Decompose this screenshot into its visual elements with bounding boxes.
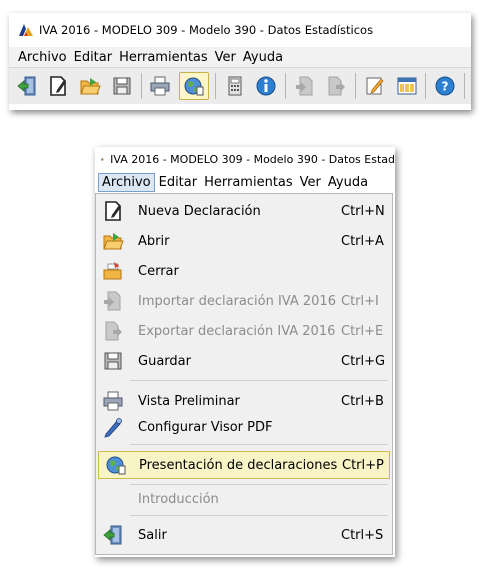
window-icon bbox=[396, 75, 418, 97]
menu-separator bbox=[130, 444, 388, 445]
menu-bar: Archivo Editar Herramientas Ver Ayuda bbox=[95, 171, 395, 193]
menu-archivo[interactable]: Archivo bbox=[98, 172, 155, 192]
toolbar-separator bbox=[464, 73, 465, 99]
toolbar-save-button[interactable] bbox=[109, 72, 135, 100]
toolbar-new-button[interactable] bbox=[46, 72, 72, 100]
menu-separator bbox=[130, 484, 388, 485]
aeat-logo-icon bbox=[19, 24, 33, 36]
toolbar-export-button[interactable] bbox=[324, 72, 350, 100]
toolbar-help-button[interactable] bbox=[432, 72, 458, 100]
menu-window: IVA 2016 - MODELO 309 - Modelo 390 - Dat… bbox=[95, 147, 395, 557]
menu-item-importar[interactable]: Importar declaración IVA 2016 Ctrl+I bbox=[96, 288, 392, 314]
menu-ver[interactable]: Ver bbox=[212, 49, 239, 66]
menu-item-abrir[interactable]: Abrir Ctrl+A bbox=[96, 228, 392, 254]
save-icon bbox=[102, 350, 124, 372]
window-title: IVA 2016 - MODELO 309 - Modelo 390 - Dat… bbox=[110, 152, 395, 166]
menu-bar: Archivo Editar Herramientas Ver Ayuda bbox=[9, 47, 471, 67]
toolbar bbox=[9, 67, 471, 104]
menu-item-guardar[interactable]: Guardar Ctrl+G bbox=[96, 348, 392, 374]
toolbar-separator bbox=[214, 73, 216, 99]
exit-icon bbox=[102, 524, 124, 546]
toolbar-separator bbox=[425, 73, 427, 99]
toolbar-info-button[interactable] bbox=[253, 72, 279, 100]
menu-editar[interactable]: Editar bbox=[156, 174, 201, 191]
toolbar-import-button[interactable] bbox=[292, 72, 318, 100]
menu-editar[interactable]: Editar bbox=[71, 49, 116, 66]
open-folder-icon bbox=[102, 230, 124, 252]
export-icon bbox=[102, 320, 124, 342]
toolbar-separator bbox=[355, 73, 357, 99]
title-bar: IVA 2016 - MODELO 309 - Modelo 390 - Dat… bbox=[95, 147, 395, 171]
close-folder-icon bbox=[102, 260, 124, 282]
new-declaration-icon bbox=[47, 75, 69, 97]
menu-item-nueva-declaracion[interactable]: Nueva Declaración Ctrl+N bbox=[96, 198, 392, 224]
menu-item-exportar[interactable]: Exportar declaración IVA 2016 Ctrl+E bbox=[96, 318, 392, 344]
import-icon bbox=[102, 290, 124, 312]
menu-herramientas[interactable]: Herramientas bbox=[201, 174, 296, 191]
save-icon bbox=[111, 75, 133, 97]
menu-item-presentacion-declaraciones[interactable]: Presentación de declaraciones Ctrl+P bbox=[98, 451, 390, 479]
menu-separator bbox=[130, 380, 388, 381]
toolbar-edit-button[interactable] bbox=[362, 72, 388, 100]
window-title: IVA 2016 - MODELO 309 - Modelo 390 - Dat… bbox=[39, 23, 374, 37]
help-icon bbox=[434, 75, 456, 97]
aeat-logo-icon bbox=[101, 153, 104, 165]
menu-archivo[interactable]: Archivo bbox=[15, 49, 70, 66]
print-icon bbox=[102, 390, 124, 412]
edit-icon bbox=[364, 75, 386, 97]
calculator-icon bbox=[224, 75, 246, 97]
toolbar-calculator-button[interactable] bbox=[222, 72, 248, 100]
info-icon bbox=[255, 75, 277, 97]
archivo-dropdown: Nueva Declaración Ctrl+N Abrir Ctrl+A Ce… bbox=[95, 193, 393, 555]
print-icon bbox=[149, 75, 171, 97]
menu-item-configurar-visor-pdf[interactable]: Configurar Visor PDF bbox=[96, 414, 392, 440]
toolbar-presentation-button[interactable] bbox=[179, 72, 209, 100]
export-icon bbox=[325, 75, 347, 97]
menu-separator bbox=[130, 515, 388, 516]
import-icon bbox=[294, 75, 316, 97]
title-bar: IVA 2016 - MODELO 309 - Modelo 390 - Dat… bbox=[9, 13, 471, 47]
menu-item-introduccion[interactable]: Introducción bbox=[96, 486, 392, 512]
new-declaration-icon bbox=[102, 200, 124, 222]
menu-ayuda[interactable]: Ayuda bbox=[240, 49, 286, 66]
menu-herramientas[interactable]: Herramientas bbox=[116, 49, 211, 66]
presentation-globe-icon bbox=[105, 454, 127, 476]
menu-item-vista-preliminar[interactable]: Vista Preliminar Ctrl+B bbox=[96, 388, 392, 414]
toolbar-print-button[interactable] bbox=[147, 72, 173, 100]
menu-item-cerrar[interactable]: Cerrar bbox=[96, 258, 392, 284]
main-window: IVA 2016 - MODELO 309 - Modelo 390 - Dat… bbox=[9, 13, 471, 110]
toolbar-separator bbox=[140, 73, 142, 99]
menu-item-salir[interactable]: Salir Ctrl+S bbox=[96, 522, 392, 548]
toolbar-exit-button[interactable] bbox=[14, 72, 40, 100]
toolbar-open-button[interactable] bbox=[77, 72, 103, 100]
pdf-config-icon bbox=[102, 416, 124, 438]
toolbar-separator bbox=[284, 73, 286, 99]
toolbar-window-button[interactable] bbox=[394, 72, 420, 100]
exit-icon bbox=[16, 75, 38, 97]
menu-ver[interactable]: Ver bbox=[297, 174, 324, 191]
menu-ayuda[interactable]: Ayuda bbox=[325, 174, 371, 191]
presentation-globe-icon bbox=[183, 75, 205, 97]
open-folder-icon bbox=[79, 75, 101, 97]
